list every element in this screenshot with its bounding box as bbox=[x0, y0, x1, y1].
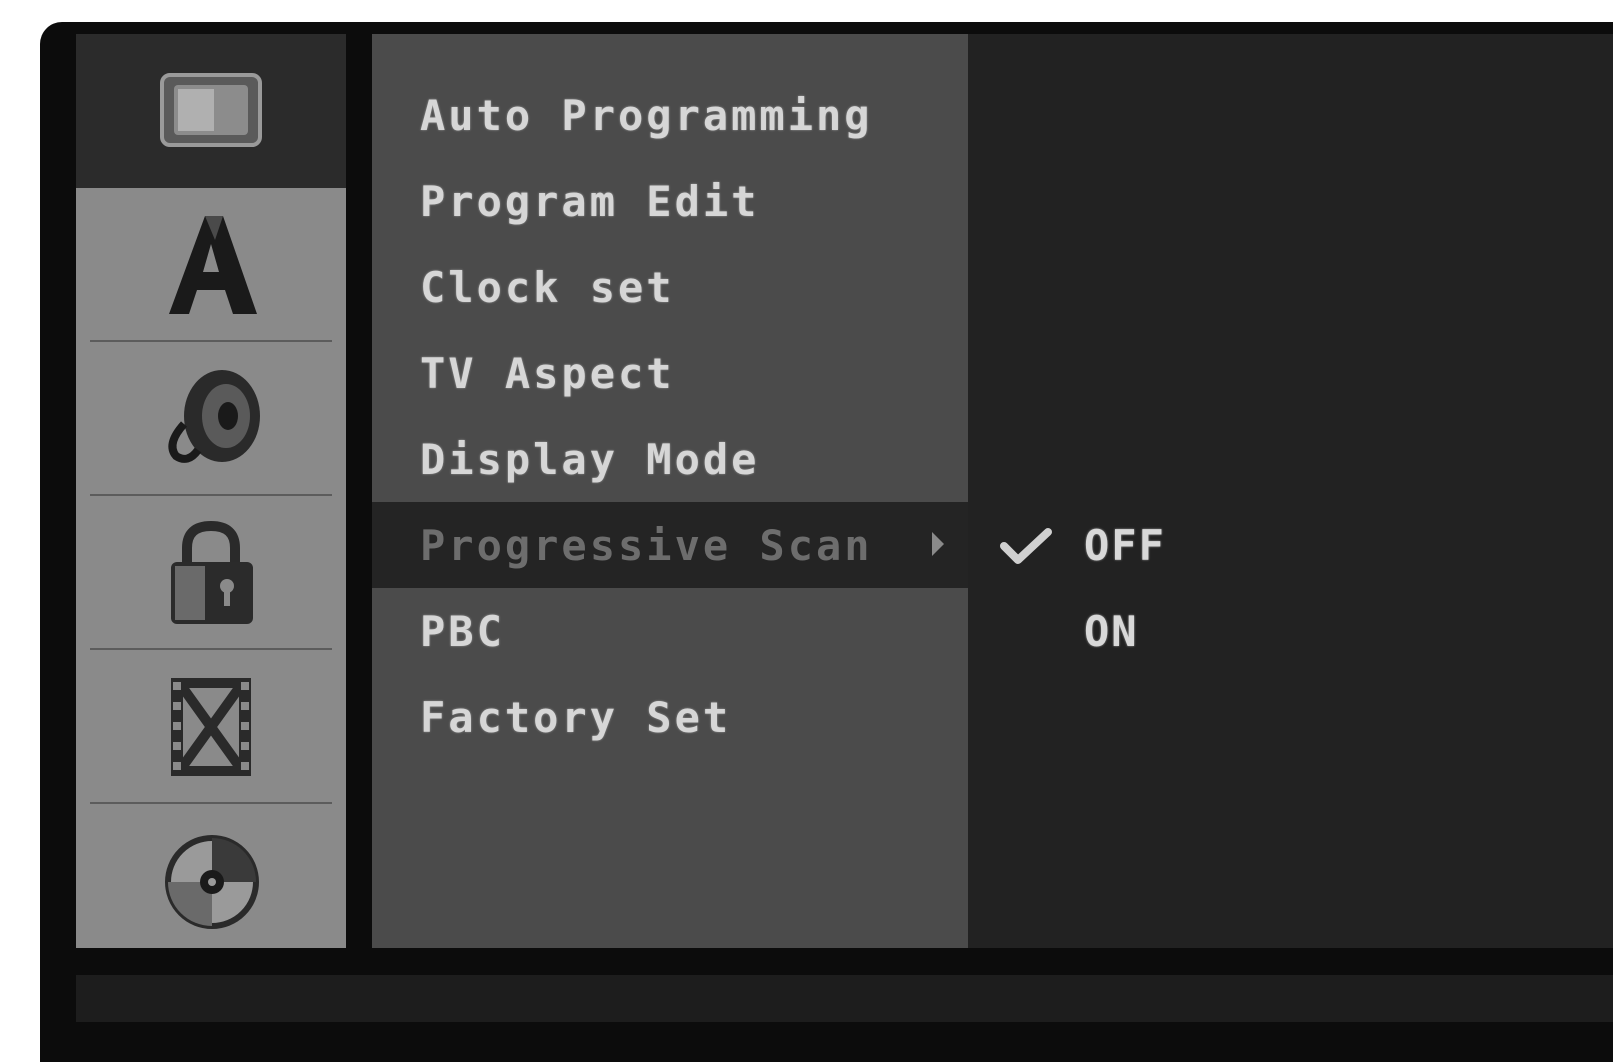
sidebar-item-language[interactable] bbox=[76, 188, 346, 342]
menu-item-clock-set[interactable]: Clock set bbox=[372, 244, 968, 330]
option-label: OFF bbox=[1084, 520, 1166, 570]
option-label: ON bbox=[1084, 606, 1139, 656]
sidebar-item-lock[interactable] bbox=[76, 496, 346, 650]
option-off[interactable]: OFF bbox=[968, 502, 1368, 588]
setup-menu: Auto Programming Program Edit Clock set … bbox=[372, 34, 972, 948]
tv-screen-icon bbox=[160, 73, 262, 147]
lock-icon bbox=[171, 520, 253, 624]
option-on[interactable]: ON bbox=[968, 588, 1368, 674]
menu-item-progressive-scan[interactable]: Progressive Scan bbox=[372, 502, 972, 588]
disc-icon bbox=[165, 835, 259, 929]
menu-item-label: Program Edit bbox=[420, 176, 760, 226]
menu-item-label: Display Mode bbox=[420, 434, 760, 484]
category-sidebar bbox=[76, 34, 346, 948]
menu-item-pbc[interactable]: PBC bbox=[372, 588, 968, 674]
menu-item-program-edit[interactable]: Program Edit bbox=[372, 158, 968, 244]
language-letter-a-icon bbox=[169, 216, 257, 314]
chevron-right-icon bbox=[932, 532, 944, 556]
menu-item-tv-aspect[interactable]: TV Aspect bbox=[372, 330, 968, 416]
film-strip-icon bbox=[171, 678, 251, 776]
menu-item-label: Progressive Scan bbox=[420, 520, 873, 570]
bottom-bar bbox=[76, 975, 1613, 1022]
menu-item-factory-set[interactable]: Factory Set bbox=[372, 674, 968, 760]
menu-item-label: PBC bbox=[420, 606, 505, 656]
menu-item-display-mode[interactable]: Display Mode bbox=[372, 416, 968, 502]
menu-item-label: Clock set bbox=[420, 262, 675, 312]
audio-speaker-icon bbox=[168, 370, 260, 463]
sidebar-item-recording[interactable] bbox=[76, 650, 346, 804]
sidebar-item-setup[interactable] bbox=[76, 34, 346, 188]
menu-item-label: Auto Programming bbox=[420, 90, 873, 140]
menu-item-label: Factory Set bbox=[420, 692, 732, 742]
checkmark-icon bbox=[1000, 528, 1052, 564]
sidebar-item-audio[interactable] bbox=[76, 342, 346, 496]
sidebar-item-disc[interactable] bbox=[76, 804, 346, 958]
menu-item-label: TV Aspect bbox=[420, 348, 675, 398]
option-panel: OFF ON bbox=[968, 34, 1613, 948]
menu-item-auto-programming[interactable]: Auto Programming bbox=[372, 72, 968, 158]
